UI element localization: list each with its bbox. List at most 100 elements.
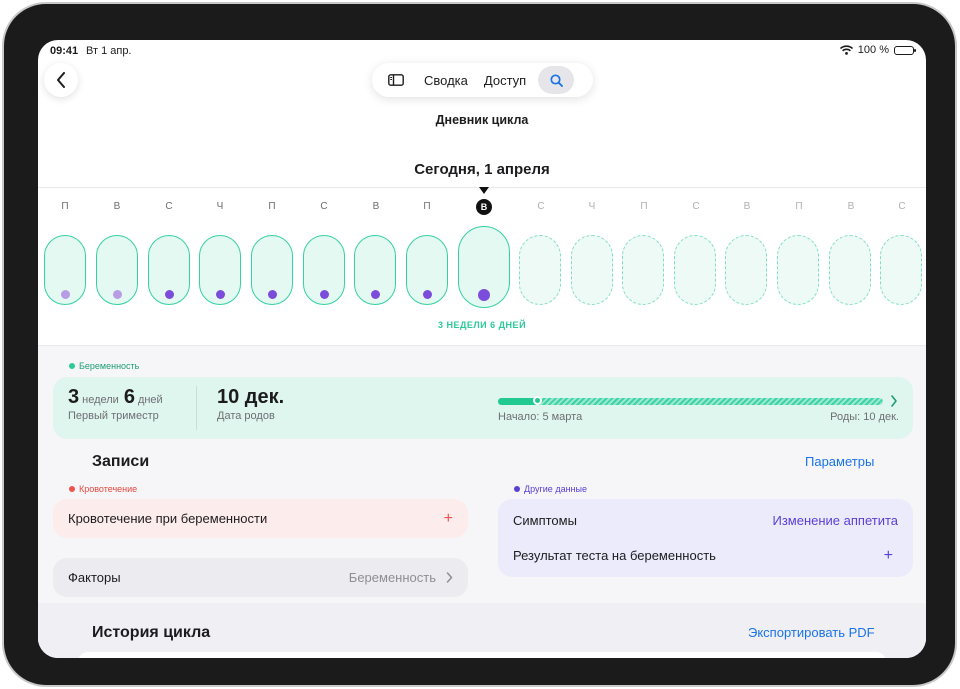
day-cell[interactable] <box>406 235 448 305</box>
due-date-label: Дата родов <box>217 410 275 422</box>
today-marker-icon <box>479 187 489 194</box>
start-date-label: Начало: 5 марта <box>498 411 583 423</box>
export-pdf-link[interactable]: Экспортировать PDF <box>748 625 875 640</box>
bleeding-tag: Кровотечение <box>69 484 137 494</box>
factors-label: Факторы <box>68 570 121 585</box>
progress-knob <box>533 396 542 405</box>
tab-access[interactable]: Доступ <box>476 73 534 88</box>
history-card <box>78 652 886 658</box>
day-letter: С <box>165 201 173 212</box>
pregnancy-test-row[interactable]: Результат теста на беременность + <box>513 547 898 564</box>
add-icon[interactable]: + <box>444 510 453 527</box>
tag-dot-icon <box>514 486 520 492</box>
add-icon[interactable]: + <box>884 547 893 564</box>
day-letter: Ч <box>588 201 596 212</box>
day-letter: С <box>320 201 328 212</box>
symptoms-row[interactable]: Симптомы Изменение аппетита <box>513 513 898 528</box>
symptoms-value: Изменение аппетита <box>772 512 898 528</box>
back-button[interactable] <box>44 63 78 97</box>
future-day-cell[interactable] <box>829 235 871 305</box>
tab-summary[interactable]: Сводка <box>416 73 476 88</box>
other-data-card: Симптомы Изменение аппетита Результат те… <box>498 499 913 577</box>
day-letter: С <box>537 201 545 212</box>
battery-icon <box>894 45 916 55</box>
day-cell[interactable] <box>44 235 86 305</box>
other-data-tag-label: Другие данные <box>524 484 587 494</box>
day-cell[interactable] <box>303 235 345 305</box>
pregnancy-tag: Беременность <box>69 361 139 371</box>
day-letter: П <box>268 201 276 212</box>
future-day-cell[interactable] <box>777 235 819 305</box>
flow-dot <box>112 290 122 299</box>
records-heading: Записи <box>92 453 150 470</box>
sidebar-toggle-button[interactable] <box>376 66 416 94</box>
search-button[interactable] <box>538 66 575 94</box>
tag-dot-icon <box>69 486 75 492</box>
tablet-frame: 09:41 Вт 1 апр. 100 % Сводка Доступ Днев… <box>2 2 957 687</box>
day-letter: П <box>423 201 431 212</box>
day-cell[interactable] <box>199 235 241 305</box>
day-letter: В <box>113 201 121 212</box>
flow-dot <box>422 290 432 299</box>
pregnancy-duration-label: 3 НЕДЕЛИ 6 ДНЕЙ <box>437 320 527 330</box>
trimester-label: Первый триместр <box>68 410 159 422</box>
day-letter: П <box>61 201 69 212</box>
future-day-cell[interactable] <box>880 235 922 305</box>
factors-row[interactable]: Факторы Беременность <box>53 558 468 597</box>
pregnancy-card[interactable] <box>53 377 913 439</box>
flow-dot <box>267 290 277 299</box>
flow-dot <box>60 290 70 299</box>
screen: 09:41 Вт 1 апр. 100 % Сводка Доступ Днев… <box>38 40 926 658</box>
search-icon <box>550 73 563 87</box>
weeks-number: 3 <box>68 386 80 408</box>
other-data-tag: Другие данные <box>514 484 587 494</box>
tag-dot-icon <box>69 363 75 369</box>
pregnancy-progress-fill <box>498 398 538 405</box>
day-cell[interactable] <box>148 235 190 305</box>
wifi-icon <box>839 45 853 55</box>
flow-dot <box>370 290 380 299</box>
day-cell[interactable] <box>96 235 138 305</box>
day-letter: П <box>640 201 648 212</box>
day-letter: В <box>847 201 855 212</box>
pregnancy-tag-label: Беременность <box>79 361 140 371</box>
page-title: Дневник цикла <box>435 113 529 127</box>
status-indicators: 100 % <box>839 44 916 56</box>
sidebar-icon <box>388 74 404 86</box>
status-date: Вт 1 апр. <box>86 45 132 57</box>
today-cell[interactable] <box>458 226 510 308</box>
factors-value: Беременность <box>348 570 436 585</box>
future-day-cell[interactable] <box>674 235 716 305</box>
chevron-right-icon <box>446 572 453 583</box>
flow-dot <box>215 290 225 299</box>
top-toolbar: Сводка Доступ <box>372 63 593 97</box>
today-heading: Сегодня, 1 апреля <box>414 161 550 178</box>
pregnancy-progress-track <box>498 398 883 405</box>
chevron-right-icon <box>891 395 897 407</box>
bleeding-tag-label: Кровотечение <box>79 484 138 494</box>
bleeding-label: Кровотечение при беременности <box>68 511 268 526</box>
pregnancy-age: 3 недели 6 дней <box>68 386 163 409</box>
day-letter: В <box>372 201 380 212</box>
history-heading: История цикла <box>92 624 211 641</box>
future-day-cell[interactable] <box>725 235 767 305</box>
day-letter: С <box>692 201 700 212</box>
bleeding-row[interactable]: Кровотечение при беременности + <box>53 499 468 538</box>
future-day-cell[interactable] <box>622 235 664 305</box>
symptoms-label: Симптомы <box>513 512 577 528</box>
days-unit: дней <box>137 394 163 406</box>
future-day-cell[interactable] <box>519 235 561 305</box>
day-cell[interactable] <box>251 235 293 305</box>
due-date: 10 дек. <box>217 386 285 408</box>
day-letter: Ч <box>216 201 224 212</box>
battery-percent: 100 % <box>857 44 889 56</box>
flow-dot <box>319 290 329 299</box>
weeks-unit: недели <box>82 394 119 406</box>
day-letter: В <box>743 201 751 212</box>
status-time: 09:41 <box>50 45 79 57</box>
flow-dot <box>164 290 174 299</box>
end-date-label: Роды: 10 дек. <box>830 411 899 423</box>
day-cell[interactable] <box>354 235 396 305</box>
future-day-cell[interactable] <box>571 235 613 305</box>
parameters-link[interactable]: Параметры <box>805 454 874 469</box>
